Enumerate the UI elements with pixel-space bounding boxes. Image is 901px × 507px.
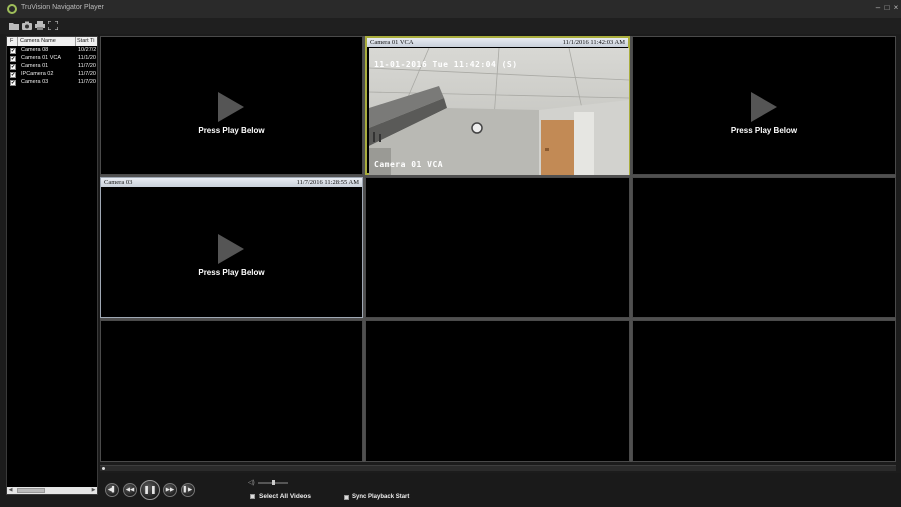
playback-controls: ◀▌ ◀◀ ❚❚ ▶▶ ▌▶ ◁) Select All Videos Sync…	[100, 473, 901, 507]
minimize-button[interactable]: –	[874, 2, 882, 14]
column-start-time[interactable]: Start Ti	[77, 38, 94, 44]
video-tile-empty[interactable]	[632, 177, 896, 318]
camera-name: Camera 01	[21, 63, 49, 69]
tile-header: Camera 03 11/7/2016 11:28:55 AM	[101, 178, 362, 187]
tile-timestamp: 11/7/2016 11:28:55 AM	[296, 179, 359, 186]
camera-list-panel: F Camera Name Start Ti ✔ Camera 08 10/27…	[6, 36, 98, 495]
play-icon[interactable]	[218, 234, 244, 264]
toolbar	[0, 18, 901, 34]
video-tile-empty[interactable]	[632, 320, 896, 462]
camera-name: Camera 08	[21, 47, 49, 53]
video-tile-camera-03[interactable]: Camera 03 11/7/2016 11:28:55 AM Press Pl…	[100, 177, 363, 318]
camera-icon[interactable]	[22, 21, 32, 30]
close-button[interactable]: ×	[892, 2, 900, 14]
app-logo-icon	[7, 4, 17, 14]
camera-checkbox[interactable]: ✔	[10, 56, 16, 62]
camera-start-time: 11/7/20	[78, 71, 96, 77]
pause-button[interactable]: ❚❚	[140, 480, 160, 500]
camera-feed-image[interactable]: 11-01-2016 Tue 11:42:04 (S) Camera 01 VC…	[369, 48, 629, 175]
camera-start-time: 10/27/2	[78, 47, 97, 53]
play-icon[interactable]	[751, 92, 777, 122]
play-icon[interactable]	[218, 92, 244, 122]
volume-slider-handle[interactable]	[272, 480, 275, 485]
tile-camera-name: Camera 01 VCA	[370, 39, 414, 46]
camera-list-header: F Camera Name Start Ti	[7, 37, 97, 46]
camera-row[interactable]: ✔ Camera 01 VCA 11/1/20	[7, 55, 97, 63]
camera-name: IPCamera 02	[21, 71, 54, 77]
window-title: TruVision Navigator Player	[21, 4, 104, 11]
scrollbar-thumb[interactable]	[17, 488, 45, 493]
rewind-button[interactable]: ◀◀	[123, 483, 137, 497]
step-forward-button[interactable]: ▌▶	[181, 483, 195, 497]
maximize-button[interactable]: □	[883, 2, 891, 14]
video-tile[interactable]: Press Play Below	[632, 36, 896, 175]
camera-name: Camera 03	[21, 79, 49, 85]
video-tile-camera-01-vca[interactable]: Camera 01 VCA 11/1/2016 11:42:03 AM 11-0…	[365, 36, 630, 175]
scroll-right-icon[interactable]: ▶	[90, 487, 97, 494]
tile-timestamp: 11/1/2016 11:42:03 AM	[562, 39, 625, 46]
playback-timeline[interactable]	[100, 465, 896, 471]
column-flag[interactable]: F	[10, 38, 13, 44]
select-all-videos-label[interactable]: Select All Videos	[259, 493, 311, 500]
press-play-text: Press Play Below	[198, 126, 265, 135]
sync-playback-start-checkbox[interactable]	[344, 495, 349, 500]
video-tile-empty[interactable]	[365, 320, 630, 462]
open-folder-icon[interactable]	[9, 21, 19, 30]
fullscreen-icon[interactable]	[48, 21, 58, 30]
camera-checkbox[interactable]: ✔	[10, 72, 16, 78]
camera-row[interactable]: ✔ Camera 01 11/7/20	[7, 63, 97, 71]
press-play-text: Press Play Below	[198, 268, 265, 277]
tile-header: Camera 01 VCA 11/1/2016 11:42:03 AM	[367, 38, 628, 47]
camera-start-time: 11/7/20	[78, 63, 96, 69]
osd-date-overlay: 11-01-2016 Tue 11:42:04 (S)	[374, 60, 518, 69]
tile-camera-name: Camera 03	[104, 179, 133, 186]
video-tile[interactable]: Press Play Below	[100, 36, 363, 175]
select-all-videos-checkbox[interactable]	[250, 494, 255, 499]
video-grid: Press Play Below Camera 01 VCA 11/1/2016…	[100, 36, 896, 462]
timeline-position-handle[interactable]	[102, 467, 105, 470]
camera-start-time: 11/7/20	[78, 79, 96, 85]
title-bar: TruVision Navigator Player – □ ×	[0, 0, 901, 18]
horizontal-scrollbar[interactable]: ◀ ▶	[7, 487, 97, 494]
volume-icon: ◁)	[248, 480, 255, 486]
camera-checkbox[interactable]: ✔	[10, 48, 16, 54]
scroll-left-icon[interactable]: ◀	[7, 487, 14, 494]
camera-row[interactable]: ✔ Camera 03 11/7/20	[7, 79, 97, 87]
column-camera-name[interactable]: Camera Name	[20, 38, 56, 44]
sync-playback-start-label[interactable]: Sync Playback Start	[352, 494, 409, 500]
camera-row[interactable]: ✔ IPCamera 02 11/7/20	[7, 71, 97, 79]
camera-start-time: 11/1/20	[78, 55, 96, 61]
step-back-button[interactable]: ◀▌	[105, 483, 119, 497]
camera-checkbox[interactable]: ✔	[10, 80, 16, 86]
camera-name: Camera 01 VCA	[21, 55, 62, 61]
print-icon[interactable]	[35, 21, 45, 30]
video-tile-empty[interactable]	[100, 320, 363, 462]
camera-row[interactable]: ✔ Camera 08 10/27/2	[7, 47, 97, 55]
press-play-text: Press Play Below	[730, 126, 798, 135]
video-tile-empty[interactable]	[365, 177, 630, 318]
fast-forward-button[interactable]: ▶▶	[163, 483, 177, 497]
osd-camera-name-overlay: Camera 01 VCA	[374, 160, 444, 169]
camera-checkbox[interactable]: ✔	[10, 64, 16, 70]
